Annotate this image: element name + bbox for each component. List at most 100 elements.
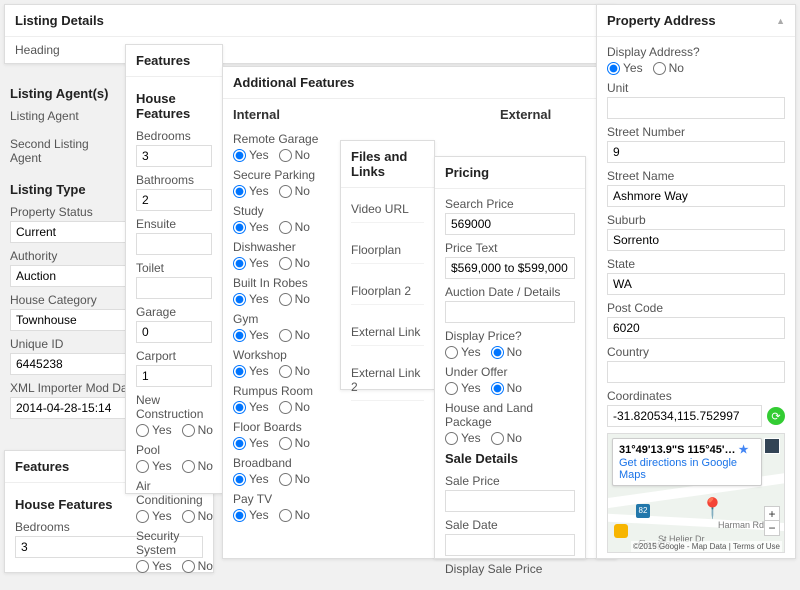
carport-label: Carport	[136, 349, 212, 363]
video-url-item[interactable]: Video URL	[351, 196, 424, 223]
columns-header: InternalExternal	[233, 107, 606, 122]
route-shield: 82	[636, 504, 650, 518]
newcon-yes-radio[interactable]	[136, 424, 149, 437]
sale-price-input[interactable]	[445, 490, 575, 512]
price-text-input[interactable]	[445, 257, 575, 279]
panel-header: Pricing	[435, 157, 585, 189]
sale-details-title: Sale Details	[445, 451, 575, 466]
bir-yes[interactable]	[233, 293, 246, 306]
bedrooms-input[interactable]	[136, 145, 212, 167]
secure-parking-no[interactable]	[279, 185, 292, 198]
paytv-yes[interactable]	[233, 509, 246, 522]
avatar-icon[interactable]	[764, 438, 780, 454]
ensuite-input[interactable]	[136, 233, 212, 255]
streetview-pegman-icon[interactable]	[614, 524, 628, 538]
broadband-no[interactable]	[279, 473, 292, 486]
sale-date-input[interactable]	[445, 534, 575, 556]
bathrooms-label: Bathrooms	[136, 173, 212, 187]
dishwasher-yes[interactable]	[233, 257, 246, 270]
coords-input[interactable]	[607, 405, 762, 427]
country-input[interactable]	[607, 361, 785, 383]
external-link2-item[interactable]: External Link 2	[351, 346, 424, 401]
auction-label: Auction Date / Details	[445, 285, 575, 299]
carport-input[interactable]	[136, 365, 212, 387]
panel-header: Property Address ▲	[597, 5, 795, 37]
listing-agents-panel: Listing Agent(s) Listing Agent Second Li…	[4, 80, 124, 171]
bir-no[interactable]	[279, 293, 292, 306]
panel-title: Listing Agent(s)	[10, 86, 118, 101]
pool-yes-radio[interactable]	[136, 460, 149, 473]
external-link-item[interactable]: External Link	[351, 305, 424, 346]
rumpus-yes[interactable]	[233, 401, 246, 414]
coords-label: Coordinates	[607, 389, 785, 403]
ss-yes-radio[interactable]	[136, 560, 149, 573]
rumpus-no[interactable]	[279, 401, 292, 414]
remote-garage-yes[interactable]	[233, 149, 246, 162]
study-no[interactable]	[279, 221, 292, 234]
map-widget[interactable]: 82 Harman Rd St Helier Dr 📍 31°49'13.9"S…	[607, 433, 785, 553]
under-offer-no[interactable]	[491, 382, 504, 395]
unit-input[interactable]	[607, 97, 785, 119]
street-name-input[interactable]	[607, 185, 785, 207]
pool-no-radio[interactable]	[182, 460, 195, 473]
zoom-out-button[interactable]: −	[765, 521, 779, 535]
display-address-yes[interactable]	[607, 62, 620, 75]
display-address-no[interactable]	[653, 62, 666, 75]
garage-label: Garage	[136, 305, 212, 319]
road-label: Harman Rd	[718, 520, 764, 530]
ss-no-radio[interactable]	[182, 560, 195, 573]
floorboards-no[interactable]	[279, 437, 292, 450]
bathrooms-input[interactable]	[136, 189, 212, 211]
dishwasher-no[interactable]	[279, 257, 292, 270]
street-number-label: Street Number	[607, 125, 785, 139]
under-offer-yes[interactable]	[445, 382, 458, 395]
toilet-input[interactable]	[136, 277, 212, 299]
directions-link[interactable]: Get directions in Google Maps	[619, 457, 755, 481]
secure-parking-yes[interactable]	[233, 185, 246, 198]
floorplan-item[interactable]: Floorplan	[351, 223, 424, 264]
panel-header: Files and Links	[341, 141, 434, 188]
display-price-no[interactable]	[491, 346, 504, 359]
house-features-title: House Features	[136, 91, 212, 121]
floorplan2-item[interactable]: Floorplan 2	[351, 264, 424, 305]
suburb-label: Suburb	[607, 213, 785, 227]
ac-yes-radio[interactable]	[136, 510, 149, 523]
search-price-label: Search Price	[445, 197, 575, 211]
suburb-input[interactable]	[607, 229, 785, 251]
workshop-no[interactable]	[279, 365, 292, 378]
star-icon[interactable]: ★	[739, 444, 749, 456]
paytv-no[interactable]	[279, 509, 292, 522]
workshop-yes[interactable]	[233, 365, 246, 378]
gym-no[interactable]	[279, 329, 292, 342]
toilet-label: Toilet	[136, 261, 212, 275]
auction-input[interactable]	[445, 301, 575, 323]
display-price-yes[interactable]	[445, 346, 458, 359]
newcon-no-radio[interactable]	[182, 424, 195, 437]
floorboards-yes[interactable]	[233, 437, 246, 450]
hlp-no[interactable]	[491, 432, 504, 445]
panel-title: Features	[136, 53, 190, 68]
property-address-panel: Property Address ▲ Display Address? YesN…	[596, 4, 796, 559]
refresh-coords-icon[interactable]: ⟳	[767, 407, 785, 425]
street-number-input[interactable]	[607, 141, 785, 163]
hlp-label: House and Land Package	[445, 401, 575, 429]
country-label: Country	[607, 345, 785, 359]
map-terms[interactable]: ©2015 Google - Map Data | Terms of Use	[631, 541, 782, 552]
garage-input[interactable]	[136, 321, 212, 343]
unit-label: Unit	[607, 81, 785, 95]
search-price-input[interactable]	[445, 213, 575, 235]
hlp-yes[interactable]	[445, 432, 458, 445]
ac-no-radio[interactable]	[182, 510, 195, 523]
postcode-input[interactable]	[607, 317, 785, 339]
broadband-yes[interactable]	[233, 473, 246, 486]
gym-yes[interactable]	[233, 329, 246, 342]
state-input[interactable]	[607, 273, 785, 295]
panel-header: Listing Details ▲	[5, 5, 615, 37]
panel-header: Features	[126, 45, 222, 77]
collapse-icon[interactable]: ▲	[776, 16, 785, 26]
panel-title: Property Address	[607, 13, 716, 28]
zoom-in-button[interactable]: +	[765, 507, 779, 521]
street-name-label: Street Name	[607, 169, 785, 183]
study-yes[interactable]	[233, 221, 246, 234]
remote-garage-no[interactable]	[279, 149, 292, 162]
